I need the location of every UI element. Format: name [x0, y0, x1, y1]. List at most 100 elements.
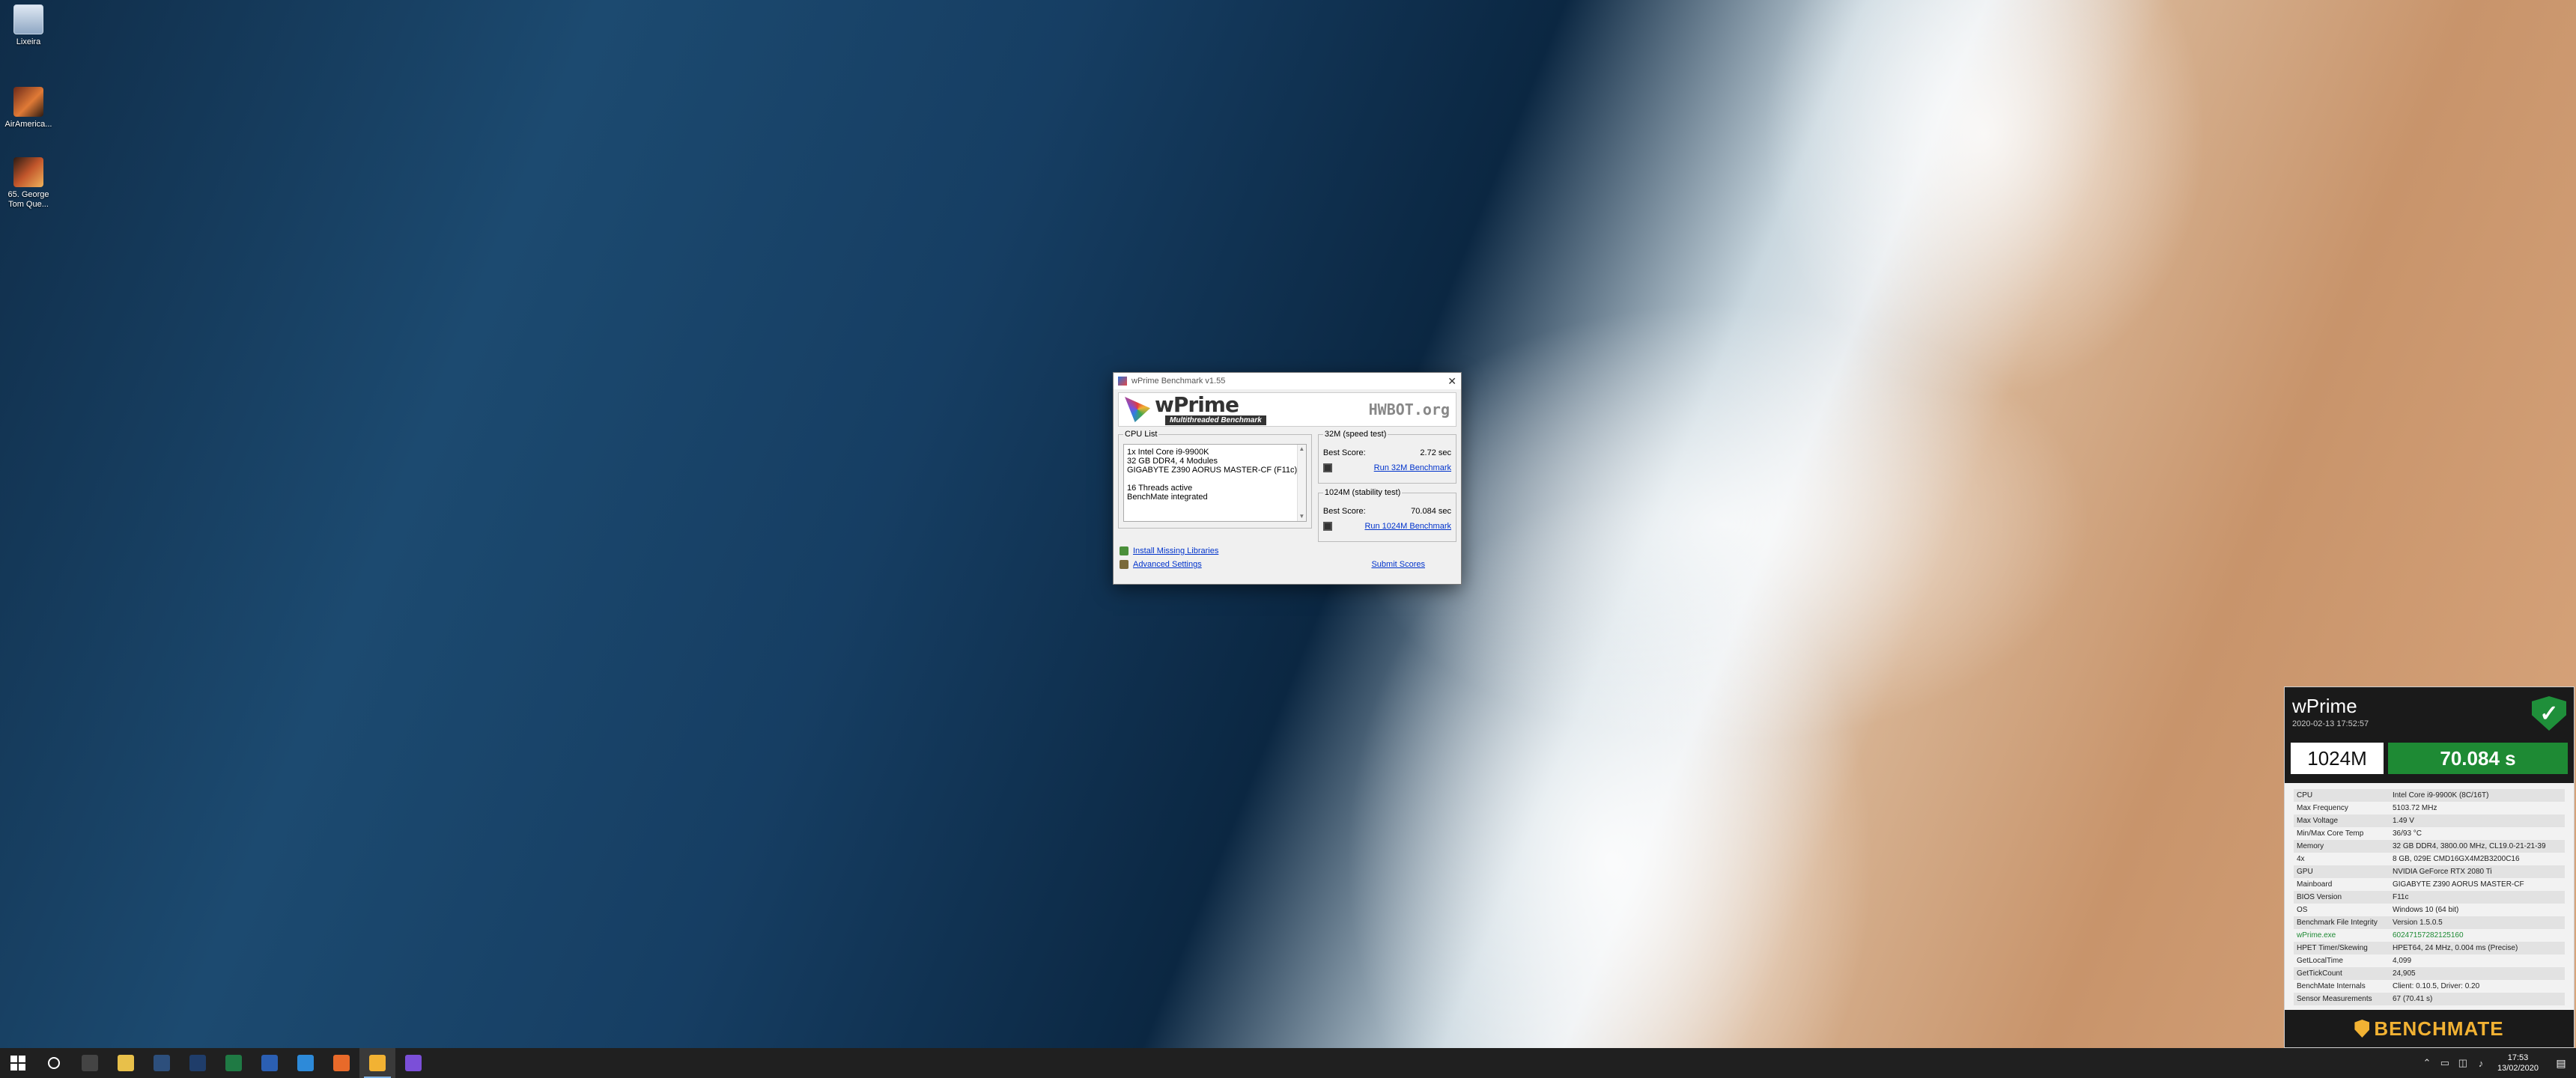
- info-key: Max Voltage: [2297, 817, 2339, 825]
- best-score-label: Best Score:: [1322, 448, 1366, 457]
- recycle-bin-icon: [13, 4, 43, 34]
- clock[interactable]: 17:53 13/02/2020: [2490, 1053, 2546, 1074]
- info-value: NVIDIA GeForce RTX 2080 Ti: [2393, 868, 2492, 876]
- info-value: 8 GB, 029E CMD16GX4M2B3200C16: [2393, 855, 2520, 863]
- info-value: 32 GB DDR4, 3800.00 MHz, CL19.0-21-21-39: [2393, 842, 2546, 850]
- info-row: GetLocalTime 4,099: [2294, 954, 2565, 967]
- info-row: Max Voltage 1.49 V: [2294, 814, 2565, 827]
- info-row: Min/Max Core Temp 36/93 °C: [2294, 827, 2565, 840]
- info-row: Memory 32 GB DDR4, 3800.00 MHz, CL19.0-21…: [2294, 840, 2565, 853]
- windows-logo-icon: [10, 1056, 25, 1071]
- window-title: wPrime Benchmark v1.55: [1131, 377, 1226, 386]
- desktop-icon-label: AirAmerica...: [4, 120, 52, 129]
- clock-date: 13/02/2020: [2497, 1064, 2539, 1073]
- wprime-logo-tagline: Multithreaded Benchmark: [1165, 415, 1266, 425]
- info-key: BenchMate Internals: [2297, 982, 2366, 990]
- taskbar-excel-button[interactable]: [216, 1048, 252, 1078]
- notification-icon[interactable]: ▤: [2546, 1057, 2576, 1070]
- save-icon[interactable]: [1322, 522, 1332, 531]
- cpu-list-scrollbar[interactable]: ▲ ▼: [1296, 445, 1306, 521]
- wprime-app-icon: [1118, 377, 1127, 386]
- info-key: BIOS Version: [2297, 893, 2342, 901]
- info-value: 1.49 V: [2393, 817, 2414, 825]
- info-row: HPET Timer/Skewing HPET64, 24 MHz, 0.004 …: [2294, 942, 2565, 954]
- taskbar-firefox-button[interactable]: [323, 1048, 359, 1078]
- game-shortcut-icon: [13, 87, 43, 117]
- benchmate-info-table: CPU Intel Core i9-9900K (8C/16T) Max Frequ…: [2285, 783, 2574, 1005]
- info-value: 36/93 °C: [2393, 829, 2422, 838]
- battery-icon[interactable]: ▭: [2436, 1057, 2454, 1069]
- close-icon[interactable]: ✕: [1448, 375, 1456, 388]
- info-value: Client: 0.10.5, Driver: 0.20: [2393, 982, 2480, 990]
- info-value: 24,905: [2393, 969, 2416, 978]
- library-icon: [1120, 546, 1128, 555]
- desktop-icon-airamerica[interactable]: AirAmerica...: [4, 87, 52, 130]
- best-score-label: Best Score:: [1322, 507, 1366, 516]
- info-value: F11c: [2393, 893, 2409, 901]
- info-key: GetLocalTime: [2297, 957, 2343, 965]
- taskbar-terminal-button[interactable]: [72, 1048, 108, 1078]
- chevron-up-icon[interactable]: ⌃: [2418, 1057, 2436, 1069]
- cpu-list-group: CPU List 1x Intel Core i9-9900K 32 GB DD…: [1118, 430, 1312, 529]
- info-key: Max Frequency: [2297, 804, 2348, 812]
- advanced-settings-link[interactable]: Advanced Settings: [1133, 560, 1202, 569]
- volume-icon[interactable]: ♪: [2472, 1058, 2490, 1069]
- taskbar-benchmate-button[interactable]: [359, 1048, 395, 1078]
- hwbot-logo: HWBOT.org: [1368, 401, 1450, 418]
- search-button[interactable]: [36, 1048, 72, 1078]
- wprime-logo: wPrime Multithreaded Benchmark: [1125, 394, 1266, 425]
- taskbar-file-explorer-icon: [118, 1055, 134, 1071]
- game-shortcut-icon: [13, 157, 43, 187]
- info-key: HPET Timer/Skewing: [2297, 944, 2368, 952]
- info-key: wPrime.exe: [2297, 931, 2336, 940]
- best-score-32m: 2.72 sec: [1420, 448, 1451, 457]
- test-1024m-legend: 1024M (stability test): [1322, 488, 1403, 497]
- info-value: 60247157282125160: [2393, 931, 2464, 940]
- cpu-line: 32 GB DDR4, 4 Modules: [1127, 457, 1218, 466]
- info-row: BIOS Version F11c: [2294, 891, 2565, 904]
- info-value: 5103.72 MHz: [2393, 804, 2437, 812]
- network-icon[interactable]: ◫: [2454, 1057, 2472, 1069]
- info-key: Min/Max Core Temp: [2297, 829, 2364, 838]
- taskbar-firefox-icon: [333, 1055, 350, 1071]
- save-icon[interactable]: [1322, 463, 1332, 472]
- info-value: HPET64, 24 MHz, 0.004 ms (Precise): [2393, 944, 2518, 952]
- taskbar-photoshop-button[interactable]: [180, 1048, 216, 1078]
- taskbar-vscode-icon: [297, 1055, 314, 1071]
- taskbar: ⌃ ▭ ◫ ♪ 17:53 13/02/2020 ▤: [0, 1048, 2576, 1078]
- info-key: CPU: [2297, 791, 2313, 800]
- taskbar-vscode-button[interactable]: [288, 1048, 323, 1078]
- status-line: BenchMate integrated: [1127, 493, 1208, 502]
- taskbar-file-explorer-button[interactable]: [108, 1048, 144, 1078]
- run-1024m-button[interactable]: Run 1024M Benchmark: [1364, 522, 1451, 531]
- benchmate-panel: wPrime 2020-02-13 17:52:57 ✓ 1024M 70.08…: [2284, 686, 2575, 1048]
- taskbar-wprime-icon: [405, 1055, 422, 1071]
- benchmate-scores: 1024M 70.084 s: [2285, 738, 2574, 783]
- run-32m-button[interactable]: Run 32M Benchmark: [1374, 463, 1451, 472]
- taskbar-terminal-icon: [82, 1055, 98, 1071]
- desktop-icon-label: Lixeira: [16, 37, 41, 46]
- info-row: Benchmark File Integrity Version 1.5.0.5: [2294, 916, 2565, 929]
- taskbar-wprime-button[interactable]: [395, 1048, 431, 1078]
- benchmate-brand: BENCHMATE: [2374, 1017, 2504, 1040]
- taskbar-lightroom-button[interactable]: [144, 1048, 180, 1078]
- cpu-line: 1x Intel Core i9-9900K: [1127, 448, 1209, 457]
- taskbar-benchmate-icon: [369, 1055, 386, 1071]
- submit-scores-link[interactable]: Submit Scores: [1371, 560, 1425, 569]
- start-button[interactable]: [0, 1048, 36, 1078]
- install-libraries-link[interactable]: Install Missing Libraries: [1133, 546, 1218, 555]
- info-row: Sensor Measurements 67 (70.41 s): [2294, 993, 2565, 1005]
- wprime-titlebar[interactable]: wPrime Benchmark v1.55 ✕: [1114, 373, 1461, 389]
- info-row: GetTickCount 24,905: [2294, 967, 2565, 980]
- taskbar-word-button[interactable]: [252, 1048, 288, 1078]
- system-tray: ⌃ ▭ ◫ ♪ 17:53 13/02/2020 ▤: [2418, 1048, 2576, 1078]
- info-value: Intel Core i9-9900K (8C/16T): [2393, 791, 2489, 800]
- benchmate-logo-icon: [2354, 1020, 2370, 1038]
- info-key: 4x: [2297, 855, 2305, 863]
- desktop-icon-recycle-bin[interactable]: Lixeira: [4, 4, 52, 47]
- desktop-icon-george[interactable]: 65. George Tom Que...: [4, 157, 52, 210]
- info-row: Mainboard GIGABYTE Z390 AORUS MASTER-CF: [2294, 878, 2565, 891]
- cpu-list-box[interactable]: 1x Intel Core i9-9900K 32 GB DDR4, 4 Mod…: [1123, 444, 1307, 522]
- info-key: GetTickCount: [2297, 969, 2342, 978]
- info-row: Max Frequency 5103.72 MHz: [2294, 802, 2565, 814]
